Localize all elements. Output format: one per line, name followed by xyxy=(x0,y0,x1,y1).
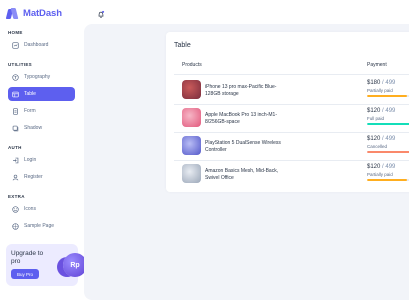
product-name: Amazon Basics Mesh, Mid-Back, Swivel Off… xyxy=(205,168,279,181)
payment-progress xyxy=(367,95,409,97)
sidebar-item-label: Icons xyxy=(24,206,36,212)
app-name: MatDash xyxy=(23,8,62,19)
table-row[interactable]: Apple MacBook Pro 13 inch-M1-8/256GB-spa… xyxy=(174,106,409,130)
upgrade-title: Upgrade to pro xyxy=(11,250,44,265)
payment-progress xyxy=(367,179,409,181)
sidebar-item-table[interactable]: Table xyxy=(8,87,75,101)
payment-status: Partially paid xyxy=(367,172,393,177)
payment-progress xyxy=(367,123,409,125)
section-label-extra: EXTRA xyxy=(8,194,25,199)
sidebar-item-label: Form xyxy=(24,108,36,114)
payment-status: Partially paid xyxy=(367,88,393,93)
sidebar-item-typography[interactable]: Typography xyxy=(8,70,75,84)
payment-progress xyxy=(367,151,409,153)
shadow-icon xyxy=(12,125,19,132)
sidebar-item-label: Login xyxy=(24,157,37,163)
sidebar-item-label: Dashboard xyxy=(24,42,49,48)
table-row[interactable]: iPhone 13 pro max-Pacific Blue-128GB sto… xyxy=(174,78,409,102)
row-divider xyxy=(174,104,409,105)
icons-icon xyxy=(12,205,19,213)
payment-status: Cancelled xyxy=(367,144,388,149)
payment-amount: $120 / 499 xyxy=(367,164,396,170)
app-logo[interactable]: MatDash xyxy=(5,8,62,19)
section-label-home: HOME xyxy=(8,30,23,35)
buy-pro-button[interactable]: Buy Pro xyxy=(11,269,39,279)
product-name: iPhone 13 pro max-Pacific Blue-128GB sto… xyxy=(205,84,277,97)
row-divider xyxy=(174,132,409,133)
form-icon xyxy=(12,107,19,115)
product-thumbnail xyxy=(182,108,201,127)
sidebar-item-form[interactable]: Form xyxy=(8,104,75,118)
row-divider xyxy=(174,160,409,161)
column-header-payment: Payment xyxy=(367,62,387,68)
logo-icon xyxy=(5,8,19,19)
sidebar-item-label: Shadow xyxy=(24,125,43,131)
payment-amount: $120 / 499 xyxy=(367,108,396,114)
table-icon xyxy=(12,91,19,98)
sidebar-item-sample-page[interactable]: Sample Page xyxy=(8,219,75,233)
sidebar-item-icons[interactable]: Icons xyxy=(8,202,75,216)
sample-page-icon xyxy=(12,222,19,230)
sidebar-item-shadow[interactable]: Shadow xyxy=(8,121,75,135)
table-card: Table Products Payment iPhone 13 pro max… xyxy=(166,32,409,192)
sidebar-item-login[interactable]: Login xyxy=(8,153,75,167)
login-icon xyxy=(12,157,19,164)
payment-status: Full paid xyxy=(367,116,385,121)
card-title: Table xyxy=(174,42,191,49)
table-row[interactable]: Amazon Basics Mesh, Mid-Back, Swivel Off… xyxy=(174,162,409,186)
product-thumbnail xyxy=(182,136,201,155)
notification-icon[interactable] xyxy=(97,6,105,18)
upgrade-card: Upgrade to pro Buy Pro Rp xyxy=(6,244,87,286)
sidebar-item-label: Register xyxy=(24,174,43,180)
product-name: PlayStation 5 DualSense Wireless Control… xyxy=(205,140,281,153)
sidebar: MatDash HOME Dashboard UTILITIES Typogra… xyxy=(0,0,87,307)
sidebar-item-dashboard[interactable]: Dashboard xyxy=(8,38,75,52)
sidebar-item-register[interactable]: Register xyxy=(8,170,75,184)
payment-amount: $180 / 499 xyxy=(367,80,396,86)
dashboard-icon xyxy=(12,41,19,49)
sidebar-item-label: Table xyxy=(24,91,36,97)
header-divider xyxy=(174,74,409,75)
typography-icon xyxy=(12,73,19,81)
table-row[interactable]: PlayStation 5 DualSense Wireless Control… xyxy=(174,134,409,158)
section-label-utilities: UTILITIES xyxy=(8,62,32,67)
register-icon xyxy=(12,174,19,181)
column-header-products: Products xyxy=(182,62,202,68)
sidebar-item-label: Typography xyxy=(24,74,51,80)
sidebar-item-label: Sample Page xyxy=(24,223,55,229)
payment-amount: $120 / 499 xyxy=(367,136,396,142)
product-thumbnail xyxy=(182,80,201,99)
product-name: Apple MacBook Pro 13 inch-M1-8/256GB-spa… xyxy=(205,112,277,125)
section-label-auth: AUTH xyxy=(8,145,22,150)
product-thumbnail xyxy=(182,164,201,183)
